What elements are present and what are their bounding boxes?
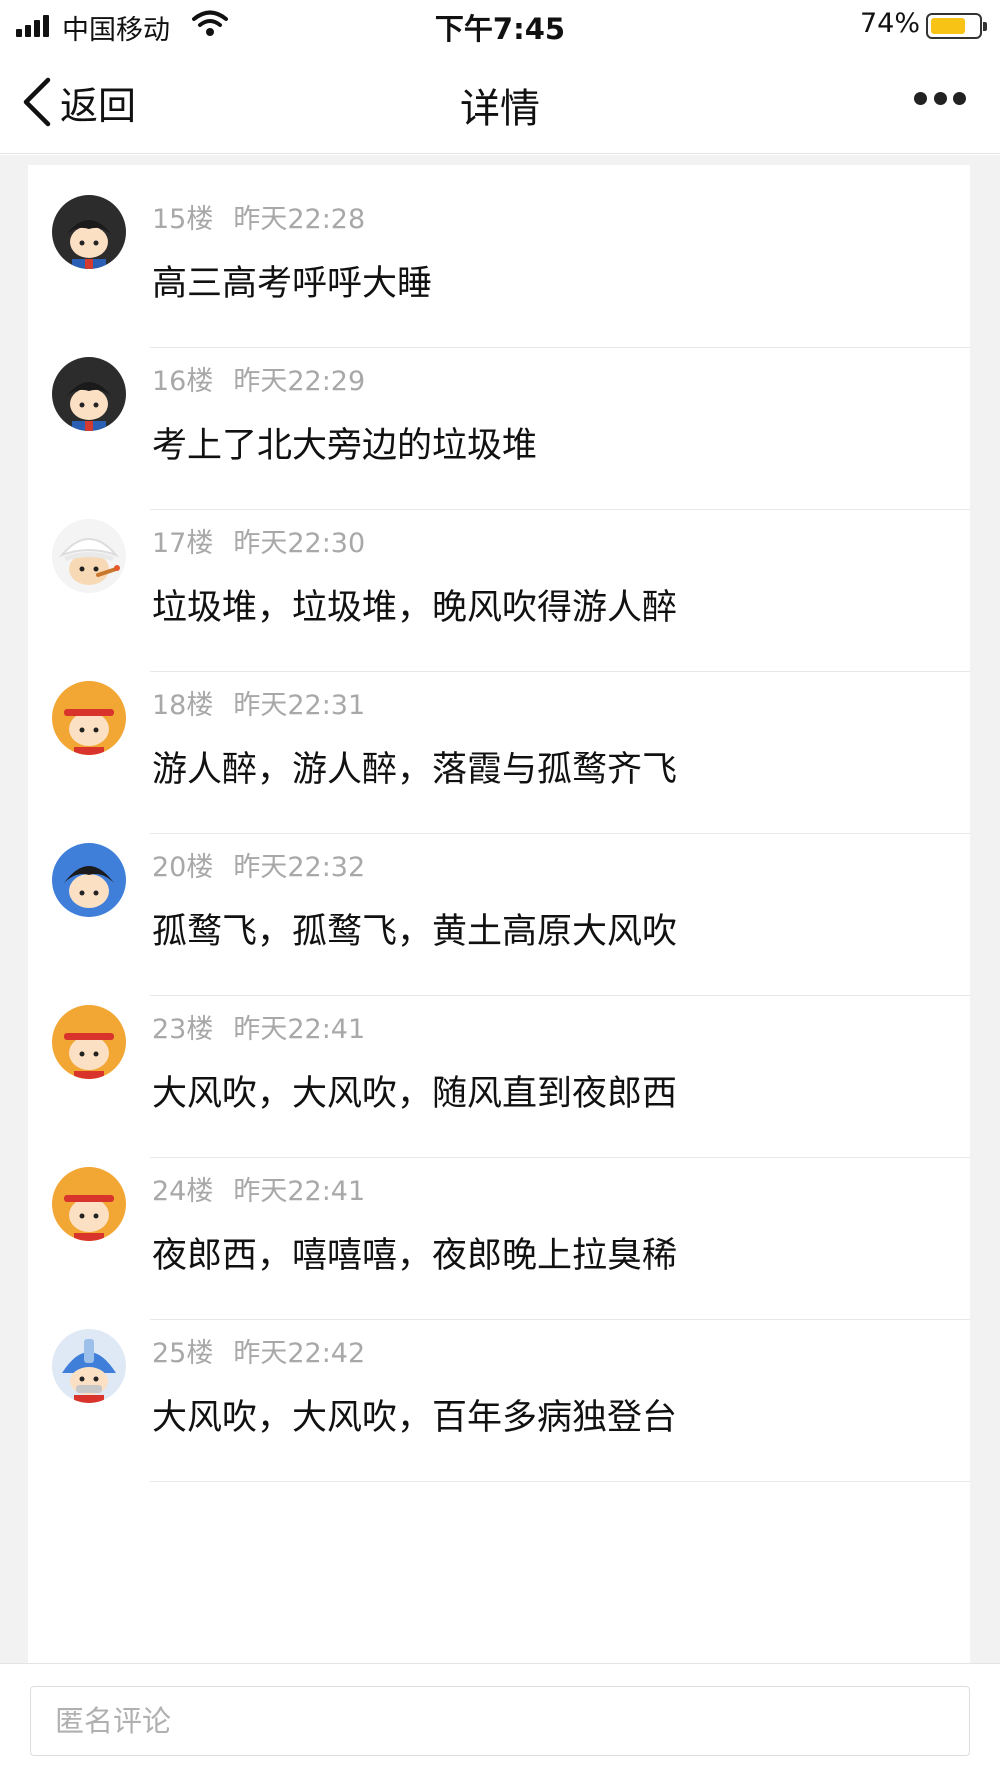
comment-time: 昨天22:29 [233,366,366,397]
comment-floor: 15楼 [152,204,214,235]
divider [150,1481,970,1482]
navigation-bar: 返回 详情 [0,50,1000,154]
comment-list-area[interactable]: 15楼 昨天22:28 高三高考呼呼大睡 16楼 昨天22:29 考上了北大旁边的垃圾堆 1… [0,155,1000,1663]
user-avatar[interactable] [52,843,126,917]
user-avatar[interactable] [52,357,126,431]
comment-meta: 18楼 昨天22:31 [152,683,365,722]
comment-item[interactable]: 20楼 昨天22:32 孤鹜飞，孤鹜飞，黄土高原大风吹 [28,813,970,996]
comment-meta: 25楼 昨天22:42 [152,1331,365,1370]
comment-time: 昨天22:30 [233,528,366,559]
comment-time: 昨天22:42 [233,1338,366,1369]
battery-percentage: 74% [859,8,920,39]
status-time: 下午7:45 [434,12,566,46]
comment-list: 15楼 昨天22:28 高三高考呼呼大睡 16楼 昨天22:29 考上了北大旁边的垃圾堆 1… [28,165,970,1663]
comment-floor: 25楼 [152,1338,214,1369]
comment-text: 夜郎西，嘻嘻嘻，夜郎晚上拉臭稀 [152,1236,678,1276]
comment-text: 高三高考呼呼大睡 [152,264,433,304]
comment-floor: 17楼 [152,528,214,559]
comment-floor: 20楼 [152,852,214,883]
comment-floor: 18楼 [152,690,214,721]
user-avatar[interactable] [52,1329,126,1403]
comment-item[interactable]: 15楼 昨天22:28 高三高考呼呼大睡 [28,165,970,348]
comment-text: 大风吹，大风吹，百年多病独登台 [152,1398,678,1438]
user-avatar[interactable] [52,519,126,593]
comment-time: 昨天22:28 [233,204,366,235]
comment-time: 昨天22:32 [233,852,366,883]
comment-text: 孤鹜飞，孤鹜飞，黄土高原大风吹 [152,912,678,952]
user-avatar[interactable] [52,681,126,755]
comment-floor: 23楼 [152,1014,214,1045]
comment-floor: 16楼 [152,366,214,397]
user-avatar[interactable] [52,195,126,269]
comment-meta: 23楼 昨天22:41 [152,1007,365,1046]
page-title: 详情 [460,86,540,132]
comment-text: 游人醉，游人醉，落霞与孤鹜齐飞 [152,750,678,790]
comment-item[interactable]: 25楼 昨天22:42 大风吹，大风吹，百年多病独登台 [28,1299,970,1482]
comment-item[interactable]: 24楼 昨天22:41 夜郎西，嘻嘻嘻，夜郎晚上拉臭稀 [28,1137,970,1320]
comment-item[interactable]: 16楼 昨天22:29 考上了北大旁边的垃圾堆 [28,327,970,510]
more-options-icon[interactable] [914,92,966,108]
comment-item[interactable]: 23楼 昨天22:41 大风吹，大风吹，随风直到夜郎西 [28,975,970,1158]
comment-time: 昨天22:31 [233,690,366,721]
battery-icon [926,13,987,39]
comment-text: 大风吹，大风吹，随风直到夜郎西 [152,1074,678,1114]
comment-meta: 20楼 昨天22:32 [152,845,365,884]
comment-meta: 15楼 昨天22:28 [152,197,365,236]
comment-floor: 24楼 [152,1176,214,1207]
comment-meta: 17楼 昨天22:30 [152,521,365,560]
status-bar: 中国移动 下午7:45 74% [0,0,1000,50]
comment-item[interactable]: 17楼 昨天22:30 垃圾堆，垃圾堆，晚风吹得游人醉 [28,489,970,672]
comment-text: 考上了北大旁边的垃圾堆 [152,426,538,466]
comment-item[interactable]: 18楼 昨天22:31 游人醉，游人醉，落霞与孤鹜齐飞 [28,651,970,834]
comment-bar [0,1663,1000,1777]
comment-time: 昨天22:41 [233,1176,366,1207]
comment-text: 垃圾堆，垃圾堆，晚风吹得游人醉 [152,588,678,628]
comment-meta: 24楼 昨天22:41 [152,1169,365,1208]
comment-time: 昨天22:41 [233,1014,366,1045]
user-avatar[interactable] [52,1167,126,1241]
anonymous-comment-input[interactable] [30,1686,970,1756]
comment-meta: 16楼 昨天22:29 [152,359,365,398]
user-avatar[interactable] [52,1005,126,1079]
